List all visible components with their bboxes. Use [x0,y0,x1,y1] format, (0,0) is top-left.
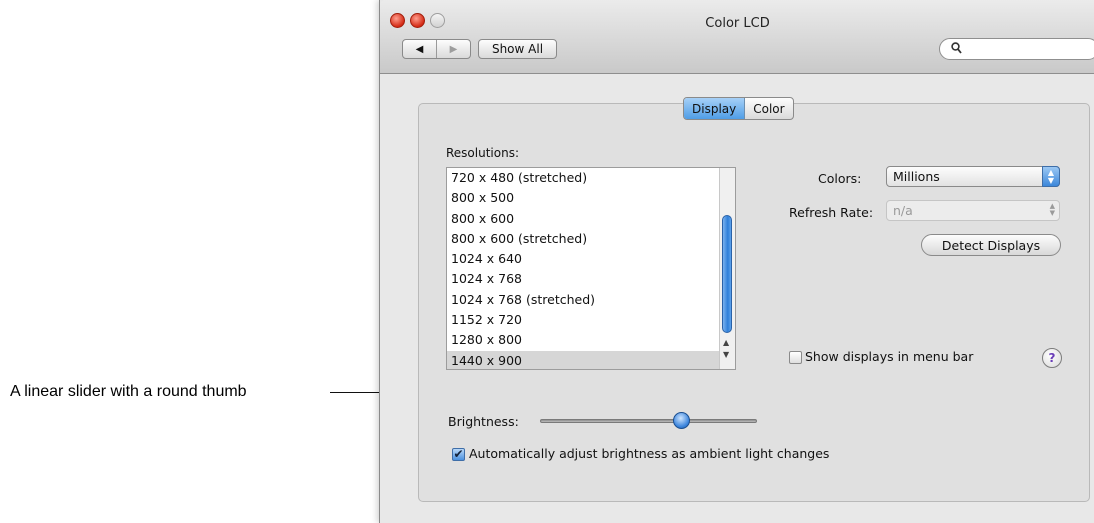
colors-label: Colors: [818,171,862,186]
callout-text: A linear slider with a round thumb [10,383,247,400]
segmented-tabs: Display Color [683,97,794,120]
back-forward-control: ◀ ▶ [402,39,471,59]
resolution-row-selected[interactable]: 1440 x 900 [447,350,735,369]
scroll-down-arrow-icon[interactable]: ▼ [723,350,729,359]
refresh-rate-label: Refresh Rate: [789,205,874,220]
popup-arrows-icon: ▲ ▼ [1049,202,1055,217]
vertical-scrollbar[interactable]: ▲ ▼ [719,168,735,369]
scrollbar-thumb[interactable] [722,215,732,333]
show-all-button[interactable]: Show All [478,39,557,59]
help-button[interactable]: ? [1042,348,1062,368]
auto-brightness-checkbox[interactable]: ✔ [452,448,465,461]
tab-display[interactable]: Display [684,98,746,119]
refresh-rate-value: n/a [893,203,913,218]
colors-value: Millions [893,169,940,184]
show-in-menu-bar-label[interactable]: Show displays in menu bar [805,349,973,364]
resolutions-label: Resolutions: [446,146,519,160]
resolution-row[interactable]: 1152 x 720 [447,310,735,330]
show-in-menu-bar-checkbox[interactable] [789,351,802,364]
forward-arrow-icon[interactable]: ▶ [436,40,470,58]
back-arrow-icon[interactable]: ◀ [403,40,436,58]
refresh-rate-select: n/a ▲ ▼ [886,200,1060,221]
resolution-row[interactable]: 1024 x 640 [447,249,735,269]
resolution-row[interactable]: 800 x 600 (stretched) [447,229,735,249]
brightness-slider-thumb[interactable] [672,412,690,429]
resolution-row[interactable]: 800 x 600 [447,209,735,229]
tab-color[interactable]: Color [745,98,792,119]
brightness-slider-track[interactable] [540,419,757,423]
colors-select[interactable]: Millions ▲ ▼ [886,166,1060,187]
resolution-row[interactable]: 1024 x 768 (stretched) [447,290,735,310]
resolution-row[interactable]: 720 x 480 (stretched) [447,168,735,188]
resolution-row[interactable]: 1280 x 800 [447,330,735,350]
popup-arrows-icon: ▲ ▼ [1042,166,1060,187]
preferences-window: Color LCD ◀ ▶ Show All Display Color Res… [379,0,1094,523]
brightness-label: Brightness: [448,414,519,429]
resolution-row[interactable]: 800 x 500 [447,188,735,208]
detect-displays-button[interactable]: Detect Displays [921,234,1061,256]
resolutions-list[interactable]: 720 x 480 (stretched) 800 x 500 800 x 60… [446,167,736,370]
window-title: Color LCD [705,16,770,31]
search-icon [951,42,962,54]
title-bar: Color LCD ◀ ▶ Show All [380,0,1094,74]
resolution-row[interactable]: 1024 x 768 [447,269,735,289]
search-input[interactable] [939,38,1094,60]
auto-brightness-label[interactable]: Automatically adjust brightness as ambie… [469,446,829,461]
scroll-up-arrow-icon[interactable]: ▲ [723,338,729,347]
